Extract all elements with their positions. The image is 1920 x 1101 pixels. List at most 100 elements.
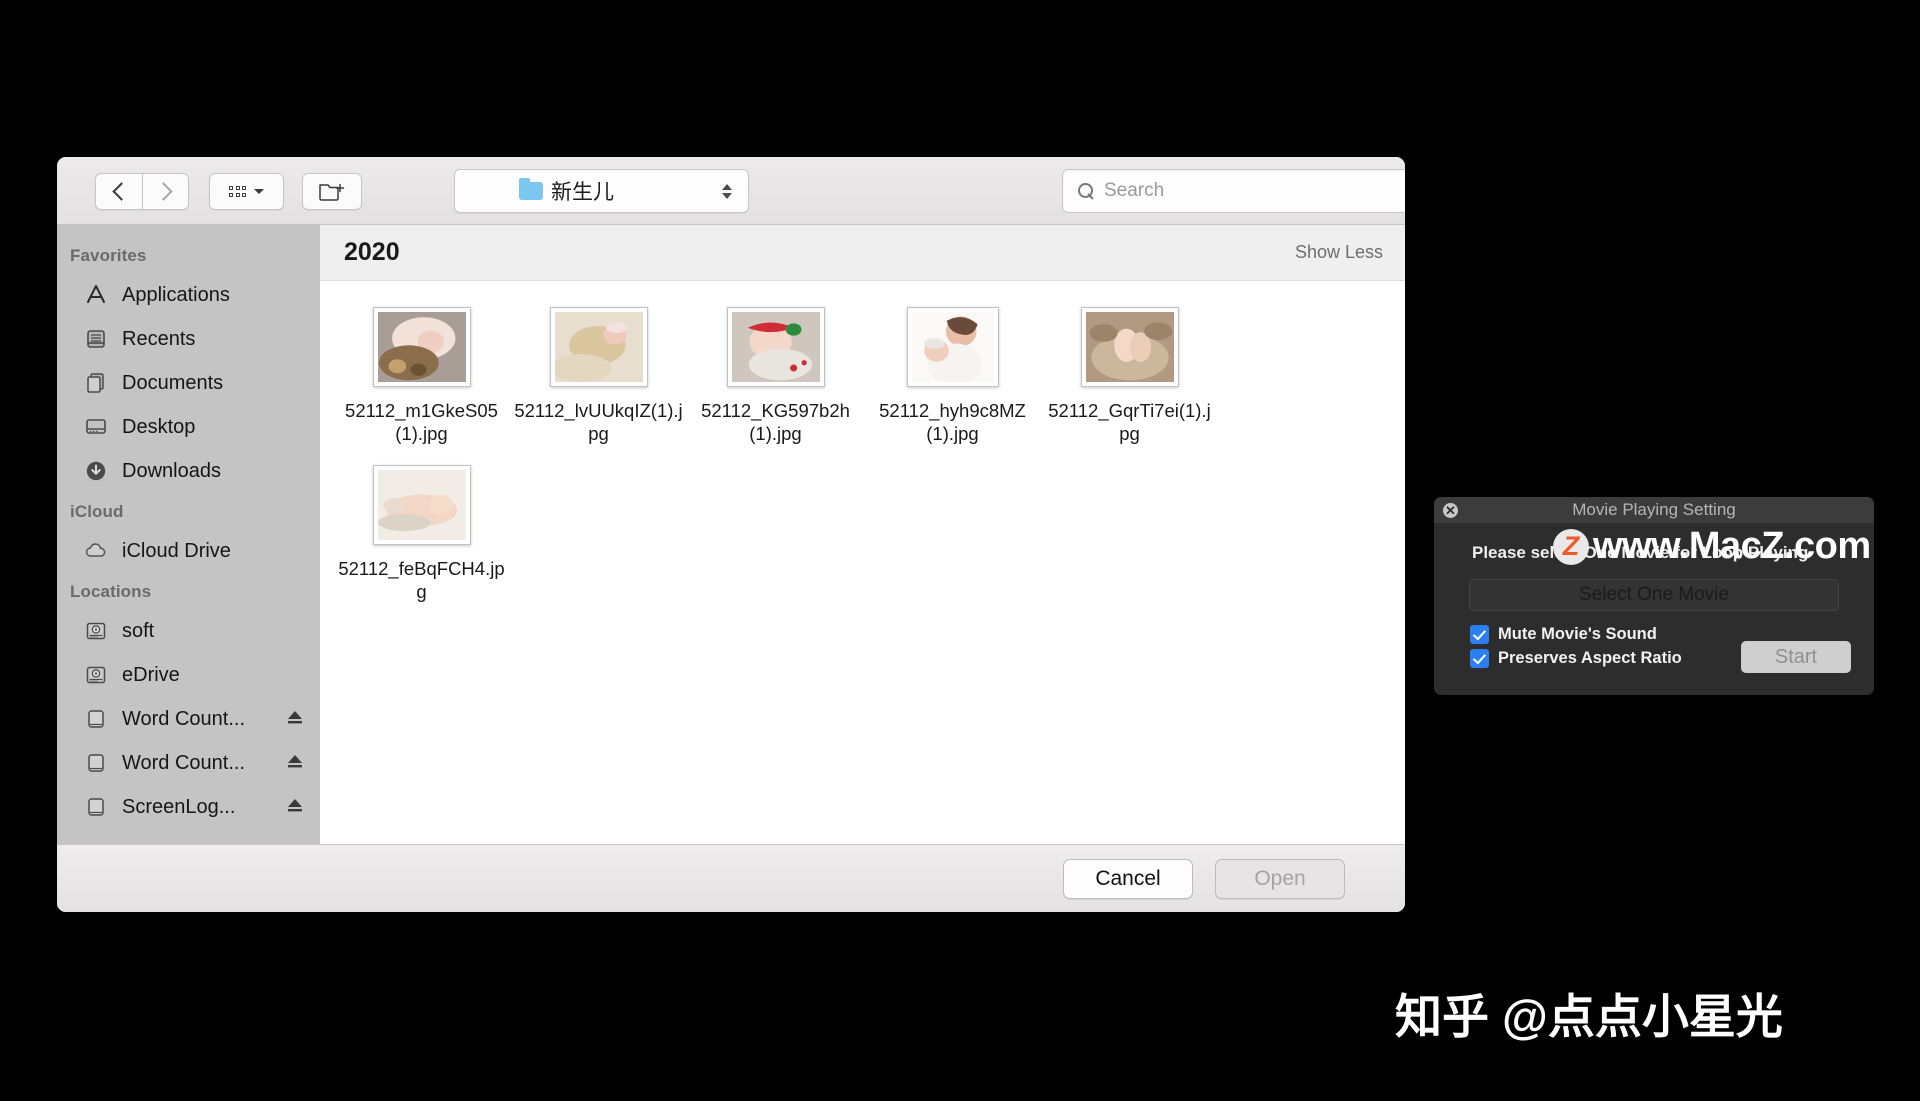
dialog-footer: Cancel Open bbox=[57, 844, 1405, 912]
file-grid: 52112_m1GkeS05(1).jpg 52112_lvUUkqIZ(1).… bbox=[320, 281, 1405, 604]
file-thumbnail[interactable] bbox=[1080, 307, 1179, 387]
chevron-right-icon bbox=[154, 182, 173, 201]
group-title: 2020 bbox=[344, 238, 400, 266]
movie-playing-setting-dialog: ✕ Movie Playing Setting Please select On… bbox=[1434, 497, 1874, 695]
sidebar-item-label: Downloads bbox=[122, 459, 221, 482]
sidebar-item-label: ScreenLog... bbox=[122, 795, 236, 818]
sidebar-item-screenlog[interactable]: ScreenLog... bbox=[57, 785, 320, 829]
mother-and-baby-image bbox=[911, 312, 994, 382]
eject-icon[interactable] bbox=[286, 708, 304, 731]
close-icon[interactable]: ✕ bbox=[1443, 503, 1458, 518]
sidebar-item-label: eDrive bbox=[122, 663, 180, 686]
select-one-movie-button[interactable]: Select One Movie bbox=[1469, 579, 1839, 611]
file-name: 52112_lvUUkqIZ(1).jpg bbox=[514, 400, 683, 445]
sidebar-item-downloads[interactable]: Downloads bbox=[57, 449, 320, 493]
external-drive-icon bbox=[83, 750, 109, 776]
dialog-title: Movie Playing Setting bbox=[1572, 500, 1736, 519]
new-folder-button[interactable] bbox=[302, 173, 362, 210]
finder-open-panel: 新生儿 Favorites Applications bbox=[57, 157, 1405, 912]
sidebar-item-soft[interactable]: soft bbox=[57, 609, 320, 653]
sidebar-item-label: soft bbox=[122, 619, 155, 642]
file-name: 52112_hyh9c8MZ(1).jpg bbox=[879, 400, 1026, 445]
recents-icon bbox=[83, 326, 109, 352]
path-popup-button[interactable]: 新生儿 bbox=[454, 169, 749, 213]
file-thumbnail[interactable] bbox=[372, 465, 471, 546]
sidebar-item-label: Applications bbox=[122, 283, 230, 306]
file-item[interactable]: 52112_hyh9c8MZ(1).jpg bbox=[864, 307, 1041, 445]
path-label: 新生儿 bbox=[551, 181, 614, 204]
sidebar-item-label: Word Count... bbox=[122, 707, 246, 730]
checkbox-label: Preserves Aspect Ratio bbox=[1498, 649, 1682, 667]
sidebar-section-favorites: Favorites bbox=[70, 246, 147, 265]
chevron-left-icon bbox=[111, 182, 131, 201]
search-input[interactable] bbox=[1104, 180, 1384, 202]
sidebar-item-desktop[interactable]: Desktop bbox=[57, 405, 320, 449]
sidebar-item-label: Recents bbox=[122, 327, 196, 350]
chevron-down-icon bbox=[254, 189, 264, 194]
file-thumbnail[interactable] bbox=[549, 307, 648, 387]
new-folder-icon bbox=[319, 183, 345, 201]
cloud-icon bbox=[83, 538, 109, 564]
open-button[interactable]: Open bbox=[1215, 859, 1345, 899]
sidebar-item-recents[interactable]: Recents bbox=[57, 317, 320, 361]
external-drive-icon bbox=[83, 794, 109, 820]
file-thumbnail[interactable] bbox=[726, 307, 825, 387]
dialog-prompt: Please select One Movie for Loop Playing bbox=[1472, 543, 1809, 562]
view-mode-button[interactable] bbox=[209, 173, 284, 210]
checkbox-label: Mute Movie's Sound bbox=[1498, 625, 1657, 643]
zhihu-watermark: 知乎 @点点小星光 bbox=[1395, 990, 1783, 1043]
sidebar-section-locations: Locations bbox=[70, 582, 152, 601]
grid-dots-icon bbox=[229, 186, 246, 197]
back-button[interactable] bbox=[95, 173, 142, 210]
file-item[interactable]: 52112_KG597b2h(1).jpg bbox=[687, 307, 864, 445]
file-name: 52112_feBqFCH4.jpg bbox=[338, 558, 505, 603]
applications-icon bbox=[83, 282, 109, 308]
desktop-icon bbox=[83, 414, 109, 440]
updown-stepper-icon[interactable] bbox=[722, 183, 732, 199]
checkbox-checked-icon[interactable] bbox=[1470, 625, 1489, 644]
group-header: 2020 Show Less bbox=[320, 225, 1405, 281]
baby-cream-wrap-image bbox=[554, 312, 643, 382]
cancel-button[interactable]: Cancel bbox=[1063, 859, 1193, 899]
checkbox-checked-icon[interactable] bbox=[1470, 649, 1489, 668]
baby-red-headband-image bbox=[731, 312, 820, 382]
sidebar-item-edrive[interactable]: eDrive bbox=[57, 653, 320, 697]
sidebar-item-applications[interactable]: Applications bbox=[57, 273, 320, 317]
folder-icon bbox=[519, 178, 543, 200]
search-icon bbox=[1078, 183, 1094, 199]
file-browser-content: 2020 Show Less 52112_m1GkeS05(1).jpg 521… bbox=[320, 225, 1405, 912]
sidebar-item-word-count-2[interactable]: Word Count... bbox=[57, 741, 320, 785]
sidebar-item-label: Word Count... bbox=[122, 751, 246, 774]
finder-toolbar: 新生儿 bbox=[57, 157, 1405, 225]
sidebar-section-icloud: iCloud bbox=[70, 502, 124, 521]
baby-sleeping-image bbox=[377, 470, 466, 541]
eject-icon[interactable] bbox=[286, 796, 304, 819]
sidebar-item-label: Desktop bbox=[122, 415, 196, 438]
sidebar-item-icloud-drive[interactable]: iCloud Drive bbox=[57, 529, 320, 573]
external-drive-icon bbox=[83, 706, 109, 732]
sidebar-item-label: iCloud Drive bbox=[122, 539, 231, 562]
file-name: 52112_KG597b2h(1).jpg bbox=[701, 400, 850, 445]
eject-icon[interactable] bbox=[286, 752, 304, 775]
file-item[interactable]: 52112_GqrTi7ei(1).jpg bbox=[1041, 307, 1218, 445]
search-box[interactable] bbox=[1062, 169, 1405, 213]
sidebar-item-label: Documents bbox=[122, 371, 224, 394]
baby-pink-bonnet-image bbox=[377, 312, 466, 382]
baby-feet-image bbox=[1085, 312, 1174, 382]
start-button[interactable]: Start bbox=[1741, 641, 1851, 673]
harddisk-icon bbox=[83, 662, 109, 688]
harddisk-icon bbox=[83, 618, 109, 644]
file-item[interactable]: 52112_m1GkeS05(1).jpg bbox=[333, 307, 510, 445]
documents-icon bbox=[83, 370, 109, 396]
file-thumbnail[interactable] bbox=[372, 307, 471, 387]
finder-sidebar[interactable]: Favorites Applications Recents Documents… bbox=[57, 225, 320, 912]
sidebar-item-word-count-1[interactable]: Word Count... bbox=[57, 697, 320, 741]
file-name: 52112_GqrTi7ei(1).jpg bbox=[1048, 400, 1211, 445]
file-thumbnail[interactable] bbox=[906, 307, 999, 387]
forward-button[interactable] bbox=[142, 173, 189, 210]
file-item[interactable]: 52112_feBqFCH4.jpg bbox=[333, 465, 510, 603]
file-item[interactable]: 52112_lvUUkqIZ(1).jpg bbox=[510, 307, 687, 445]
file-name: 52112_m1GkeS05(1).jpg bbox=[345, 400, 498, 445]
sidebar-item-documents[interactable]: Documents bbox=[57, 361, 320, 405]
show-less-link[interactable]: Show Less bbox=[1295, 242, 1383, 263]
